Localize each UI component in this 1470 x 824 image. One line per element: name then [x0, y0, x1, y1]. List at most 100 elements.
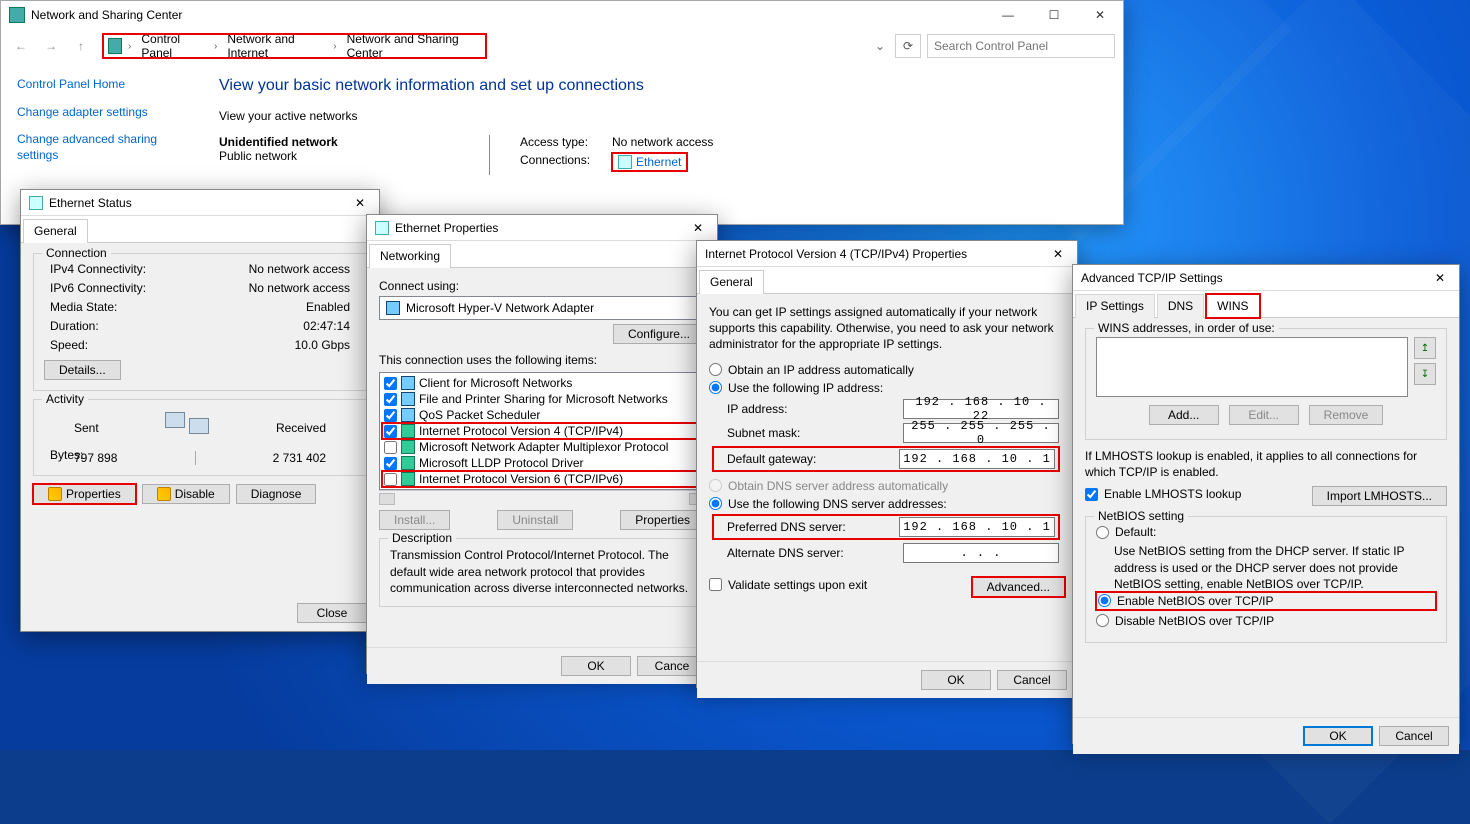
dialog-close-button[interactable]: ✕	[349, 192, 371, 214]
move-down-button[interactable]: ↧	[1414, 363, 1436, 385]
wins-addresses-label: WINS addresses, in order of use:	[1094, 321, 1279, 335]
protocol-checkbox[interactable]	[384, 425, 397, 438]
protocol-checkbox[interactable]	[384, 377, 397, 390]
minimize-button[interactable]: —	[985, 1, 1031, 29]
obtain-ip-auto-radio[interactable]	[709, 363, 722, 376]
protocol-item[interactable]: Internet Protocol Version 4 (TCP/IPv4)	[382, 423, 702, 439]
dialog-close-button[interactable]: ✕	[687, 217, 709, 239]
breadcrumb-item[interactable]: Network and Internet	[223, 32, 327, 60]
window-titlebar[interactable]: Network and Sharing Center — ☐ ✕	[1, 1, 1123, 29]
obtain-dns-auto-radio	[709, 479, 722, 492]
uses-items-label: This connection uses the following items…	[379, 352, 705, 368]
breadcrumb-item[interactable]: Control Panel	[137, 32, 208, 60]
tab-networking[interactable]: Networking	[369, 244, 451, 268]
preferred-dns-input[interactable]: 192 . 168 . 10 . 1	[899, 517, 1055, 537]
breadcrumb-item[interactable]: Network and Sharing Center	[343, 32, 481, 60]
maximize-button[interactable]: ☐	[1031, 1, 1077, 29]
page-heading: View your basic network information and …	[219, 77, 1105, 95]
enable-netbios-radio[interactable]	[1098, 594, 1111, 607]
protocol-icon	[401, 456, 415, 470]
refresh-button[interactable]: ⟳	[895, 34, 921, 58]
details-button[interactable]: Details...	[44, 360, 121, 380]
protocol-label: Microsoft Network Adapter Multiplexor Pr…	[419, 440, 668, 454]
use-ip-radio[interactable]	[709, 381, 722, 394]
ethernet-icon	[618, 155, 632, 169]
import-lmhosts-button[interactable]: Import LMHOSTS...	[1312, 486, 1447, 506]
sidebar-link-adapter[interactable]: Change adapter settings	[17, 105, 185, 121]
ip-address-label: IP address:	[727, 402, 787, 416]
bytes-received-value: 2 731 402	[273, 451, 326, 465]
search-input[interactable]	[927, 34, 1115, 58]
dialog-close-button[interactable]: ✕	[1429, 267, 1451, 289]
disable-button[interactable]: Disable	[142, 484, 230, 504]
enable-lmhosts-checkbox[interactable]	[1085, 488, 1098, 501]
chevron-right-icon: ›	[214, 41, 217, 52]
close-button[interactable]: Close	[297, 603, 367, 623]
item-properties-button[interactable]: Properties	[620, 510, 705, 530]
subheading: View your active networks	[219, 109, 1105, 123]
tab-dns[interactable]: DNS	[1157, 294, 1204, 318]
breadcrumb[interactable]: › Control Panel › Network and Internet ›…	[103, 34, 486, 58]
protocol-list[interactable]: Client for Microsoft NetworksFile and Pr…	[379, 372, 705, 490]
default-gateway-label: Default gateway:	[727, 452, 816, 466]
sidebar-link-home[interactable]: Control Panel Home	[17, 77, 185, 93]
tab-general[interactable]: General	[23, 219, 88, 243]
protocol-item[interactable]: Internet Protocol Version 6 (TCP/IPv6)	[382, 471, 702, 487]
properties-button[interactable]: Properties	[33, 484, 136, 504]
sent-label: Sent	[74, 421, 99, 435]
protocol-checkbox[interactable]	[384, 393, 397, 406]
connection-group-label: Connection	[42, 246, 111, 260]
configure-button[interactable]: Configure...	[613, 324, 705, 344]
ip-address-input[interactable]: 192 . 168 . 10 . 22	[903, 399, 1059, 419]
protocol-checkbox[interactable]	[384, 473, 397, 486]
subnet-mask-input[interactable]: 255 . 255 . 255 . 0	[903, 423, 1059, 443]
alternate-dns-label: Alternate DNS server:	[727, 546, 844, 560]
use-dns-radio[interactable]	[709, 497, 722, 510]
ok-button[interactable]: OK	[561, 656, 631, 676]
advanced-button[interactable]: Advanced...	[972, 577, 1065, 597]
back-button[interactable]: ←	[9, 34, 33, 58]
up-button[interactable]: ↑	[69, 34, 93, 58]
advanced-tcpip-dialog: Advanced TCP/IP Settings✕ IP Settings DN…	[1072, 264, 1460, 744]
ok-button[interactable]: OK	[921, 670, 991, 690]
protocol-checkbox[interactable]	[384, 409, 397, 422]
media-state-value: Enabled	[306, 300, 350, 314]
diagnose-button[interactable]: Diagnose	[236, 484, 317, 504]
ok-button[interactable]: OK	[1303, 726, 1373, 746]
protocol-item[interactable]: Microsoft LLDP Protocol Driver	[382, 455, 702, 471]
dropdown-icon[interactable]: ⌄	[871, 39, 889, 53]
protocol-checkbox[interactable]	[384, 441, 397, 454]
speed-value: 10.0 Gbps	[295, 338, 350, 352]
uninstall-button[interactable]: Uninstall	[497, 510, 573, 530]
protocol-item[interactable]: File and Printer Sharing for Microsoft N…	[382, 391, 702, 407]
access-type-value: No network access	[612, 135, 713, 149]
alternate-dns-input[interactable]: . . .	[903, 543, 1059, 563]
protocol-item[interactable]: Microsoft Network Adapter Multiplexor Pr…	[382, 439, 702, 455]
protocol-item[interactable]: Client for Microsoft Networks	[382, 375, 702, 391]
forward-button[interactable]: →	[39, 34, 63, 58]
add-button[interactable]: Add...	[1149, 405, 1219, 425]
sidebar-link-sharing[interactable]: Change advanced sharing settings	[17, 132, 185, 163]
dialog-title: Ethernet Status	[49, 196, 349, 210]
tab-wins[interactable]: WINS	[1206, 294, 1259, 318]
netbios-default-radio[interactable]	[1096, 526, 1109, 539]
wins-address-list[interactable]	[1096, 337, 1408, 397]
protocol-checkbox[interactable]	[384, 457, 397, 470]
horizontal-scrollbar[interactable]	[379, 490, 705, 504]
adapter-name: Microsoft Hyper-V Network Adapter	[406, 301, 594, 315]
window-close-button[interactable]: ✕	[1077, 1, 1123, 29]
dialog-close-button[interactable]: ✕	[1047, 243, 1069, 265]
tab-general[interactable]: General	[699, 270, 764, 294]
tab-ip-settings[interactable]: IP Settings	[1075, 294, 1155, 318]
chevron-right-icon: ›	[128, 41, 131, 52]
cancel-button[interactable]: Cancel	[1379, 726, 1449, 746]
default-gateway-input[interactable]: 192 . 168 . 10 . 1	[899, 449, 1055, 469]
validate-settings-checkbox[interactable]	[709, 578, 722, 591]
received-label: Received	[276, 421, 326, 435]
install-button[interactable]: Install...	[379, 510, 450, 530]
ethernet-link[interactable]: Ethernet	[612, 153, 687, 171]
move-up-button[interactable]: ↥	[1414, 337, 1436, 359]
protocol-item[interactable]: QoS Packet Scheduler	[382, 407, 702, 423]
cancel-button[interactable]: Cancel	[997, 670, 1067, 690]
disable-netbios-radio[interactable]	[1096, 614, 1109, 627]
